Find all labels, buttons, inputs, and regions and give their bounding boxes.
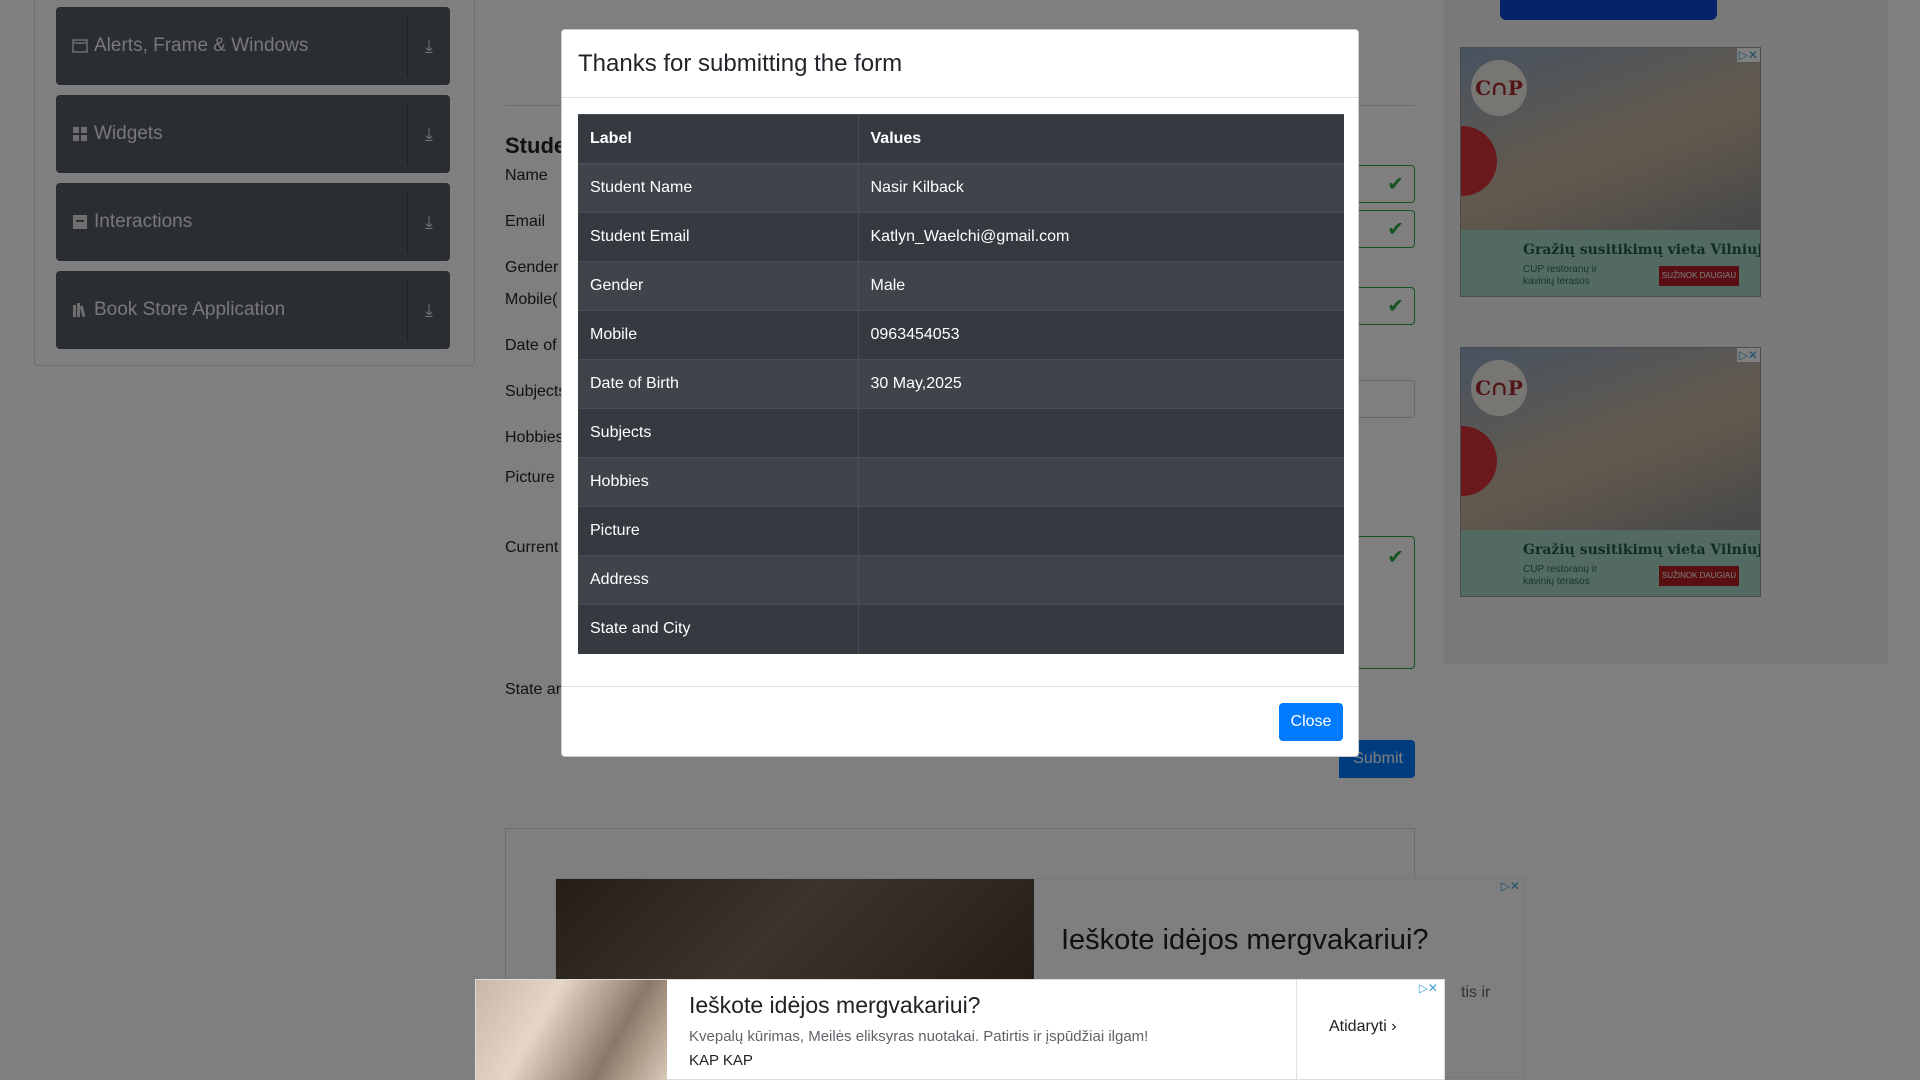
row-value: 30 May,2025	[858, 359, 1344, 409]
table-row: Mobile 0963454053	[578, 310, 1344, 360]
row-label: Mobile	[578, 310, 859, 360]
row-value: Male	[858, 261, 1344, 311]
row-label: Address	[578, 555, 859, 605]
row-label: Picture	[578, 506, 859, 556]
table-row: Subjects	[578, 408, 1344, 458]
row-label: State and City	[578, 604, 859, 654]
table-header-label: Label	[578, 114, 859, 165]
table-row: Hobbies	[578, 457, 1344, 507]
table-row: State and City	[578, 604, 1344, 654]
ad-close-icon[interactable]: ▷✕	[1416, 981, 1440, 995]
table-row: Student Name Nasir Kilback	[578, 163, 1344, 213]
row-value	[858, 408, 1344, 458]
table-row: Student Email Katlyn_Waelchi@gmail.com	[578, 212, 1344, 262]
row-value	[858, 555, 1344, 605]
table-row: Address	[578, 555, 1344, 605]
ad-divider	[1296, 980, 1297, 1080]
row-label: Subjects	[578, 408, 859, 458]
row-value	[858, 457, 1344, 507]
row-value: Katlyn_Waelchi@gmail.com	[858, 212, 1344, 262]
ad-open-link[interactable]: Atidaryti ›	[1329, 1018, 1397, 1036]
chevron-right-icon: ›	[1391, 1018, 1397, 1035]
row-label: Student Name	[578, 163, 859, 213]
row-label: Student Email	[578, 212, 859, 262]
row-value: Nasir Kilback	[858, 163, 1344, 213]
submission-modal: Thanks for submitting the form Label Val…	[561, 29, 1359, 757]
table-row: Date of Birth 30 May,2025	[578, 359, 1344, 409]
modal-header: Thanks for submitting the form	[562, 30, 1358, 98]
table-row: Gender Male	[578, 261, 1344, 311]
row-label: Gender	[578, 261, 859, 311]
results-table: Label Values Student Name Nasir Kilback S…	[578, 114, 1344, 654]
table-header-values: Values	[858, 114, 1344, 165]
table-row: Picture	[578, 506, 1344, 556]
ad-open-label: Atidaryti	[1329, 1018, 1387, 1035]
table-header-row: Label Values	[578, 114, 1344, 165]
ad-brand: KAP KAP	[689, 1052, 753, 1069]
row-value	[858, 604, 1344, 654]
row-label: Hobbies	[578, 457, 859, 507]
modal-title: Thanks for submitting the form	[578, 50, 903, 77]
sticky-bottom-ad[interactable]: Ieškote idėjos mergvakariui? Kvepalų kūr…	[475, 979, 1445, 1080]
modal-body: Label Values Student Name Nasir Kilback S…	[562, 98, 1358, 670]
row-value: 0963454053	[858, 310, 1344, 360]
close-button[interactable]: Close	[1279, 703, 1343, 741]
modal-footer: Close	[562, 686, 1358, 756]
row-value	[858, 506, 1344, 556]
ad-photo	[476, 980, 667, 1080]
row-label: Date of Birth	[578, 359, 859, 409]
ad-headline: Ieškote idėjos mergvakariui?	[689, 992, 981, 1018]
ad-description: Kvepalų kūrimas, Meilės eliksyras nuotak…	[689, 1028, 1149, 1045]
